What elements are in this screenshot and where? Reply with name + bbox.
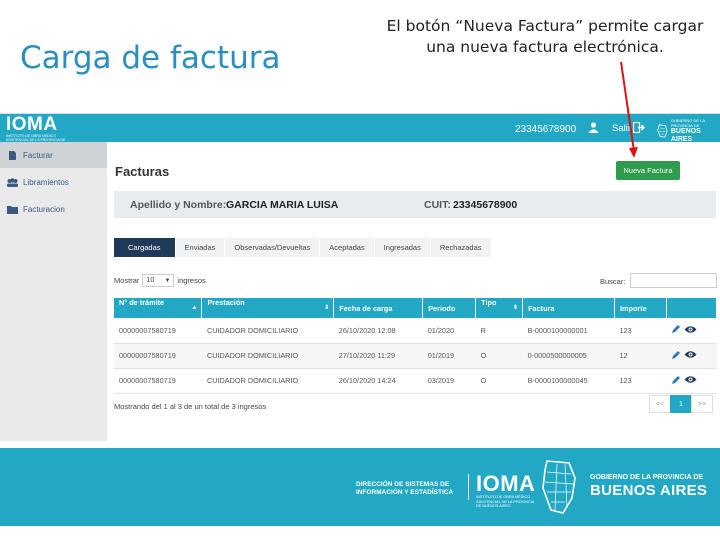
name-value: GARCIA MARIA LUISA	[226, 199, 339, 211]
col-periodo[interactable]: Periodo	[422, 298, 477, 318]
divider	[468, 474, 469, 500]
tab-aceptadas[interactable]: Aceptadas	[320, 238, 375, 257]
sidebar: Facturar Libramientos Facturacion	[0, 142, 107, 441]
footer-gov-logo: GOBIERNO DE LA PROVINCIA DE BUENOS AIRES	[590, 474, 708, 499]
status-tabs: Cargadas Enviadas Observadas/Devueltas A…	[114, 238, 492, 257]
direccion-label: DIRECCIÓN DE SISTEMAS DE INFORMACIÓN Y E…	[356, 481, 454, 496]
footer-ioma-logo: IOMA INSTITUTO DE OBRA MÉDICO ASISTENCIA…	[476, 471, 536, 509]
edit-icon[interactable]	[671, 324, 681, 334]
tab-enviadas[interactable]: Enviadas	[175, 238, 226, 257]
view-icon[interactable]	[684, 325, 697, 334]
sidebar-item-libramientos[interactable]: Libramientos	[0, 169, 107, 195]
table-header: N° de trámite ▲ Prestación ⇕ Fecha de carg…	[114, 298, 718, 318]
table-row: 00000007580719 CUIDADOR DOMICILIARIO 26/…	[114, 318, 717, 344]
app-screenshot: IOMA INSTITUTO DE OBRA MÉDICO ASISTENCIA…	[0, 113, 720, 441]
main-content: Facturas Nueva Factura Apellido y Nombre…	[107, 142, 720, 441]
col-fecha-carga[interactable]: Fecha de carga	[333, 298, 424, 318]
table-row: 00000007580719 CUIDADOR DOMICILIARIO 27/…	[114, 343, 717, 369]
invoices-table: N° de trámite ▲ Prestación ⇕ Fecha de carg…	[114, 298, 718, 394]
tab-rechazadas[interactable]: Rechazadas	[430, 238, 492, 257]
taxpayer-info-bar: Apellido y Nombre: GARCIA MARIA LUISA CU…	[114, 191, 716, 218]
cuit-value: 23345678900	[453, 199, 518, 211]
col-tramite[interactable]: N° de trámite ▲	[114, 298, 203, 318]
pagination: << 1 >>	[649, 395, 713, 413]
cuit-label: CUIT:	[424, 199, 451, 211]
page-title: Facturas	[115, 164, 170, 179]
nueva-factura-button[interactable]: Nueva Factura	[616, 161, 680, 180]
tab-cargadas[interactable]: Cargadas	[114, 238, 176, 257]
col-prestacion[interactable]: Prestación ⇕	[201, 298, 335, 318]
page-length-select[interactable]: 10 ▼	[142, 274, 175, 287]
col-factura[interactable]: Factura	[522, 298, 615, 318]
tab-observadas-devueltas[interactable]: Observadas/Devueltas	[225, 238, 321, 257]
sidebar-item-facturar[interactable]: Facturar	[0, 142, 107, 168]
col-tipo[interactable]: Tipo ⇕	[475, 298, 524, 318]
chevron-down-icon: ▼	[164, 277, 171, 284]
sort-icon: ⇕	[324, 305, 330, 311]
view-icon[interactable]	[684, 350, 697, 359]
province-map-icon	[542, 460, 576, 514]
pager-next[interactable]: >>	[691, 395, 713, 413]
sort-asc-icon: ▲	[191, 305, 198, 311]
pager-current[interactable]: 1	[670, 395, 692, 413]
callout-text: El botón “Nueva Factura” permite cargar …	[386, 17, 704, 56]
group-icon	[7, 177, 18, 187]
user-icon	[588, 122, 599, 133]
col-importe[interactable]: Importe	[614, 298, 667, 318]
logout-link[interactable]: Salir	[612, 123, 631, 134]
slide-title: Carga de factura	[20, 40, 281, 76]
gov-logo: GOBIERNO DE LA PROVINCIA DE BUENOS AIRES	[657, 118, 720, 144]
slide: Carga de factura El botón “Nueva Factura…	[0, 0, 720, 540]
sort-icon: ⇕	[513, 305, 519, 311]
search-label: Buscar:	[600, 277, 626, 286]
row-actions	[666, 343, 717, 369]
page-length-control: Mostrar 10 ▼ ingresos	[114, 274, 206, 287]
footer-band: DIRECCIÓN DE SISTEMAS DE INFORMACIÓN Y E…	[0, 448, 720, 526]
edit-icon[interactable]	[671, 375, 681, 385]
tab-ingresadas[interactable]: Ingresadas	[374, 238, 431, 257]
row-actions	[666, 318, 717, 344]
document-icon	[9, 150, 16, 160]
name-label: Apellido y Nombre:	[130, 199, 227, 211]
table-row: 00000007580719 CUIDADOR DOMICILIARIO 26/…	[114, 368, 717, 394]
row-actions	[666, 368, 717, 394]
view-icon[interactable]	[684, 375, 697, 384]
pager-prev[interactable]: <<	[649, 395, 671, 413]
sidebar-item-facturacion[interactable]: Facturacion	[0, 196, 107, 222]
col-actions	[666, 298, 718, 318]
top-bar: IOMA INSTITUTO DE OBRA MÉDICO ASISTENCIA…	[0, 114, 720, 146]
logout-icon[interactable]	[633, 122, 645, 133]
folder-icon	[7, 205, 18, 214]
edit-icon[interactable]	[671, 350, 681, 360]
search-input[interactable]	[630, 273, 717, 288]
province-map-icon	[657, 124, 668, 138]
table-summary: Mostrando del 1 al 3 de un total de 3 in…	[114, 402, 267, 411]
user-id: 23345678900	[515, 124, 577, 135]
